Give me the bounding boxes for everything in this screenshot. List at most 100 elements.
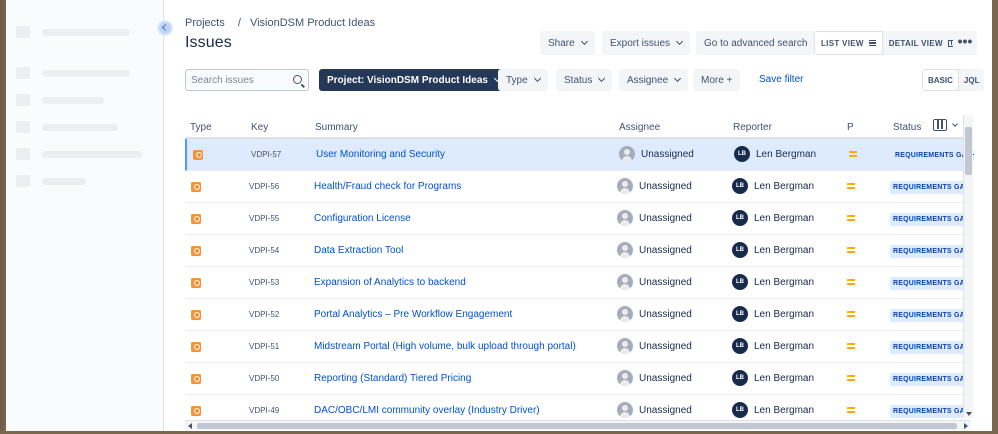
reporter-avatar: LB bbox=[732, 306, 748, 322]
assignee-name: Unassigned bbox=[641, 149, 694, 160]
status-badge[interactable]: REQUIREMENTS GATHERING bbox=[890, 373, 972, 386]
scroll-left-arrow-icon[interactable] bbox=[188, 423, 192, 429]
table-row[interactable]: VDPI-51 Midstream Portal (High volume, b… bbox=[185, 331, 972, 363]
issue-key[interactable]: VDPI-50 bbox=[249, 374, 279, 383]
columns-config-icon[interactable] bbox=[933, 119, 947, 131]
project-filter-label: Project: VisionDSM Product Ideas bbox=[327, 74, 488, 86]
table-row[interactable]: VDPI-56 Health/Fraud check for Programs … bbox=[185, 171, 972, 203]
assignee-name: Unassigned bbox=[639, 309, 692, 320]
chevron-down-icon bbox=[580, 37, 588, 46]
scroll-down-arrow-icon[interactable] bbox=[966, 412, 972, 416]
issue-summary-link[interactable]: Midstream Portal (High volume, bulk uplo… bbox=[314, 341, 576, 352]
unassigned-avatar-icon bbox=[617, 178, 633, 194]
reporter-name: Len Bergman bbox=[754, 277, 815, 288]
sidebar bbox=[6, 0, 164, 431]
assignee-filter-button[interactable]: Assignee bbox=[619, 69, 689, 91]
issue-summary-link[interactable]: Portal Analytics – Pre Workflow Engageme… bbox=[314, 309, 512, 320]
column-header-key[interactable]: Key bbox=[251, 122, 268, 133]
status-badge[interactable]: REQUIREMENTS GATHERING bbox=[890, 213, 972, 226]
table-row[interactable]: VDPI-52 Portal Analytics – Pre Workflow … bbox=[185, 299, 972, 331]
horizontal-scrollbar[interactable] bbox=[185, 420, 971, 430]
unassigned-avatar-icon bbox=[617, 370, 633, 386]
table-row[interactable]: VDPI-57 User Monitoring and Security Una… bbox=[185, 139, 974, 171]
issue-key[interactable]: VDPI-57 bbox=[251, 150, 281, 159]
assignee-name: Unassigned bbox=[639, 405, 692, 416]
chevron-down-icon bbox=[675, 37, 684, 46]
breadcrumb-projects-link[interactable]: Projects bbox=[185, 17, 225, 29]
jql-mode-button[interactable]: JQL bbox=[959, 69, 985, 91]
type-filter-label: Type bbox=[506, 74, 528, 86]
assignee-name: Unassigned bbox=[639, 245, 692, 256]
issue-summary-link[interactable]: User Monitoring and Security bbox=[316, 149, 445, 160]
table-header: Type Key Summary Assignee Reporter P Sta… bbox=[185, 115, 971, 139]
project-filter-button[interactable]: Project: VisionDSM Product Ideas bbox=[319, 69, 508, 91]
column-header-status[interactable]: Status bbox=[893, 122, 921, 133]
idea-icon bbox=[191, 278, 201, 288]
issue-summary-link[interactable]: Reporting (Standard) Tiered Pricing bbox=[314, 373, 471, 384]
view-toggle: LIST VIEW DETAIL VIEW bbox=[814, 31, 963, 55]
unassigned-avatar-icon bbox=[617, 274, 633, 290]
table-row[interactable]: VDPI-54 Data Extraction Tool Unassigned … bbox=[185, 235, 972, 267]
issue-summary-link[interactable]: Configuration License bbox=[314, 213, 411, 224]
unassigned-avatar-icon bbox=[619, 146, 635, 162]
reporter-name: Len Bergman bbox=[754, 181, 815, 192]
scroll-right-arrow-icon[interactable] bbox=[964, 423, 968, 429]
reporter-avatar: LB bbox=[732, 402, 748, 418]
status-badge[interactable]: REQUIREMENTS GATHERING bbox=[890, 181, 972, 194]
status-badge[interactable]: REQUIREMENTS GATHERING bbox=[890, 309, 972, 322]
issue-key[interactable]: VDPI-55 bbox=[249, 214, 279, 223]
more-actions-button[interactable]: ••• bbox=[953, 31, 977, 55]
reporter-avatar: LB bbox=[732, 338, 748, 354]
table-row[interactable]: VDPI-53 Expansion of Analytics to backen… bbox=[185, 267, 972, 299]
type-filter-button[interactable]: Type bbox=[498, 69, 548, 91]
page-title: Issues bbox=[185, 34, 232, 51]
issue-key[interactable]: VDPI-54 bbox=[249, 246, 279, 255]
column-header-assignee[interactable]: Assignee bbox=[619, 122, 660, 133]
sidebar-collapse-button[interactable] bbox=[157, 20, 173, 36]
status-filter-button[interactable]: Status bbox=[556, 69, 613, 91]
status-badge[interactable]: REQUIREMENTS GATHERING bbox=[890, 277, 972, 290]
table-row[interactable]: VDPI-55 Configuration License Unassigned… bbox=[185, 203, 972, 235]
issue-summary-link[interactable]: Expansion of Analytics to backend bbox=[314, 277, 466, 288]
issue-summary-link[interactable]: Data Extraction Tool bbox=[314, 245, 403, 256]
advanced-search-label: Go to advanced search bbox=[704, 37, 808, 49]
status-badge[interactable]: REQUIREMENTS GATHERING bbox=[892, 149, 974, 162]
search-input[interactable] bbox=[186, 70, 286, 91]
issue-summary-link[interactable]: Health/Fraud check for Programs bbox=[314, 181, 461, 192]
column-header-reporter[interactable]: Reporter bbox=[733, 122, 772, 133]
idea-icon bbox=[191, 310, 201, 320]
issue-key[interactable]: VDPI-51 bbox=[249, 342, 279, 351]
issue-key[interactable]: VDPI-56 bbox=[249, 182, 279, 191]
idea-icon bbox=[191, 182, 201, 192]
chevron-down-icon[interactable] bbox=[952, 121, 958, 127]
assignee-name: Unassigned bbox=[639, 373, 692, 384]
column-header-type[interactable]: Type bbox=[190, 122, 212, 133]
export-issues-button[interactable]: Export issues bbox=[602, 31, 691, 55]
column-header-priority[interactable]: P bbox=[847, 122, 854, 133]
issue-key[interactable]: VDPI-49 bbox=[249, 406, 279, 415]
scrollbar-thumb[interactable] bbox=[965, 127, 972, 175]
advanced-search-button[interactable]: Go to advanced search bbox=[696, 31, 816, 55]
breadcrumb-project-link[interactable]: VisionDSM Product Ideas bbox=[250, 17, 375, 29]
basic-mode-button[interactable]: BASIC bbox=[922, 69, 959, 91]
unassigned-avatar-icon bbox=[617, 210, 633, 226]
vertical-scrollbar[interactable] bbox=[963, 115, 973, 418]
share-button-label: Share bbox=[548, 37, 575, 49]
save-filter-link[interactable]: Save filter bbox=[759, 74, 803, 85]
detail-view-button[interactable]: DETAIL VIEW bbox=[883, 31, 963, 55]
reporter-avatar: LB bbox=[734, 146, 750, 162]
issue-key[interactable]: VDPI-53 bbox=[249, 278, 279, 287]
status-badge[interactable]: REQUIREMENTS GATHERING bbox=[890, 245, 972, 258]
status-badge[interactable]: REQUIREMENTS GATHERING bbox=[890, 405, 972, 418]
scrollbar-thumb[interactable] bbox=[197, 423, 957, 429]
share-button[interactable]: Share bbox=[540, 31, 595, 55]
search-icon bbox=[293, 75, 302, 84]
table-row[interactable]: VDPI-50 Reporting (Standard) Tiered Pric… bbox=[185, 363, 972, 395]
column-header-summary[interactable]: Summary bbox=[315, 122, 358, 133]
list-view-button[interactable]: LIST VIEW bbox=[814, 31, 883, 55]
reporter-name: Len Bergman bbox=[754, 245, 815, 256]
status-badge[interactable]: REQUIREMENTS GATHERING bbox=[890, 341, 972, 354]
issue-key[interactable]: VDPI-52 bbox=[249, 310, 279, 319]
issue-summary-link[interactable]: DAC/OBC/LMI community overlay (Industry … bbox=[314, 405, 540, 416]
more-filters-button[interactable]: More + bbox=[693, 69, 741, 91]
